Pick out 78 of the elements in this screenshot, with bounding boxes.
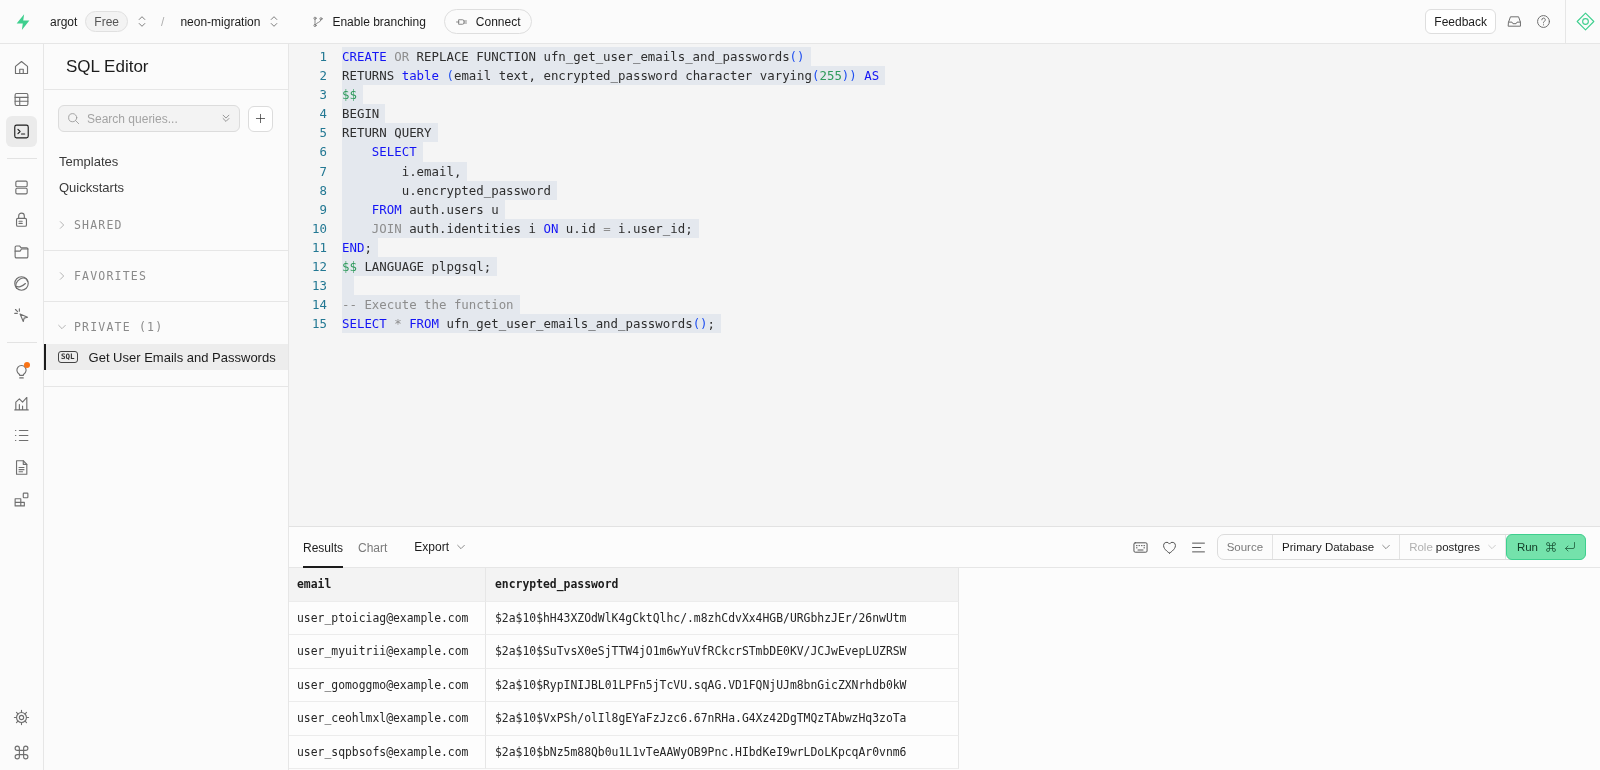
table-cell: user_ceohlmxl@example.com (289, 702, 486, 736)
role-select[interactable]: Role postgres (1400, 535, 1506, 559)
panel-link[interactable]: Templates (59, 148, 119, 174)
chevron-down-icon (457, 543, 466, 551)
chevrons-up-down-icon[interactable] (138, 15, 147, 28)
new-query-button[interactable] (248, 105, 273, 132)
search-icon (67, 112, 80, 125)
line-number: 12 (311, 258, 327, 277)
table-cell: user_ptoiciag@example.com (289, 601, 486, 635)
lightbulb-icon (13, 363, 30, 380)
line-number: 11 (311, 238, 327, 257)
line-number: 4 (318, 105, 327, 124)
line-number: 14 (311, 296, 327, 315)
nav-button[interactable] (6, 116, 37, 147)
table-cell: user_gomoggmo@example.com (289, 668, 486, 702)
command-icon (1545, 541, 1557, 553)
line-number: 2 (318, 67, 327, 86)
plus-icon (255, 113, 266, 124)
chevrons-down-icon[interactable] (221, 113, 231, 124)
line-number: 15 (311, 315, 327, 334)
command-icon (13, 744, 30, 761)
connect-button[interactable]: Connect (443, 9, 532, 34)
table-cell: user_sqpbsofs@example.com (289, 735, 486, 769)
breadcrumb-separator: / (161, 14, 165, 29)
lock-icon (13, 211, 30, 228)
list-icon (13, 427, 30, 444)
folder-icon (13, 243, 30, 260)
source-label: Source (1217, 535, 1274, 559)
line-number: 3 (318, 86, 327, 105)
line-number: 6 (318, 143, 327, 162)
chevron-down-icon (1487, 543, 1496, 551)
chart-icon (13, 395, 30, 412)
table-cell: $2a$10$SuTvsX0eSjTTW4jO1m6wYuVfRCkcrSTmbDE0KV/JCJwEvepLUZRSW (486, 635, 959, 669)
table-cell: $2a$10$hH43XZOdWlK4gCktQlhc/.m8zhCdvXx4HGB/URGbhzJEr/26nwUtm (486, 601, 959, 635)
settings-icon (13, 709, 30, 726)
panel-link[interactable]: Quickstarts (59, 174, 124, 200)
column-header: email (289, 568, 486, 602)
table-cell: user_myuitrii@example.com (289, 635, 486, 669)
chevrons-up-down-icon[interactable] (270, 15, 279, 28)
line-number: 7 (318, 162, 327, 181)
line-number: 9 (318, 200, 327, 219)
results-tab[interactable]: Chart (358, 527, 388, 568)
column-header: encrypted_password (486, 568, 959, 602)
table-cell: $2a$10$bNz5m88Qb0u1L1vTeAAWyOB9Pnc.HIbdKeI9wrLDoLKpcqAr0vnm6 (486, 735, 959, 769)
orbit-icon (13, 275, 30, 292)
cursor-icon (13, 307, 30, 324)
table-cell: $2a$10$RypINIJBL01LPFn5jTcVU.sqAG.VD1FQNjUJm8bnGicZXNrhdb0kW (486, 668, 959, 702)
database-select[interactable]: Primary Database (1273, 535, 1401, 559)
feedback-button[interactable]: Feedback (1425, 9, 1496, 34)
panel-title: SQL Editor (66, 56, 149, 77)
line-number: 5 (318, 124, 327, 143)
run-button[interactable]: Run (1505, 534, 1586, 560)
branch-icon (312, 14, 325, 29)
role-label: Role (1409, 541, 1433, 553)
document-icon (13, 459, 30, 476)
line-number: 8 (318, 181, 327, 200)
heart-icon[interactable] (1161, 539, 1177, 555)
return-icon (1564, 541, 1576, 553)
format-icon[interactable] (1190, 539, 1206, 555)
terminal-icon (13, 123, 30, 140)
search-field[interactable]: Search queries... (58, 105, 240, 132)
plan-tag: Free (85, 11, 129, 32)
blocks-icon (13, 491, 30, 508)
table-cell: $2a$10$VxPSh/olIl8gEYaFzJzc6.67nRHa.G4Xz42DgTMQzTAbwzHq3zoTa (486, 702, 959, 736)
database-icon (13, 179, 30, 196)
chevron-down-icon (1382, 543, 1391, 551)
house-icon (13, 59, 30, 76)
branching-button[interactable]: Enable branching (312, 9, 426, 34)
table-icon (13, 91, 30, 108)
export-button[interactable]: Export (414, 527, 466, 567)
org-name[interactable]: argot (50, 14, 78, 29)
project-name[interactable]: neon-migration (180, 14, 261, 29)
line-number: 13 (311, 277, 327, 296)
help-icon[interactable] (1536, 14, 1551, 29)
line-number: 1 (318, 48, 327, 66)
inbox-icon[interactable] (1507, 14, 1522, 29)
keyboard-icon[interactable] (1132, 539, 1148, 555)
line-number: 10 (311, 219, 327, 238)
